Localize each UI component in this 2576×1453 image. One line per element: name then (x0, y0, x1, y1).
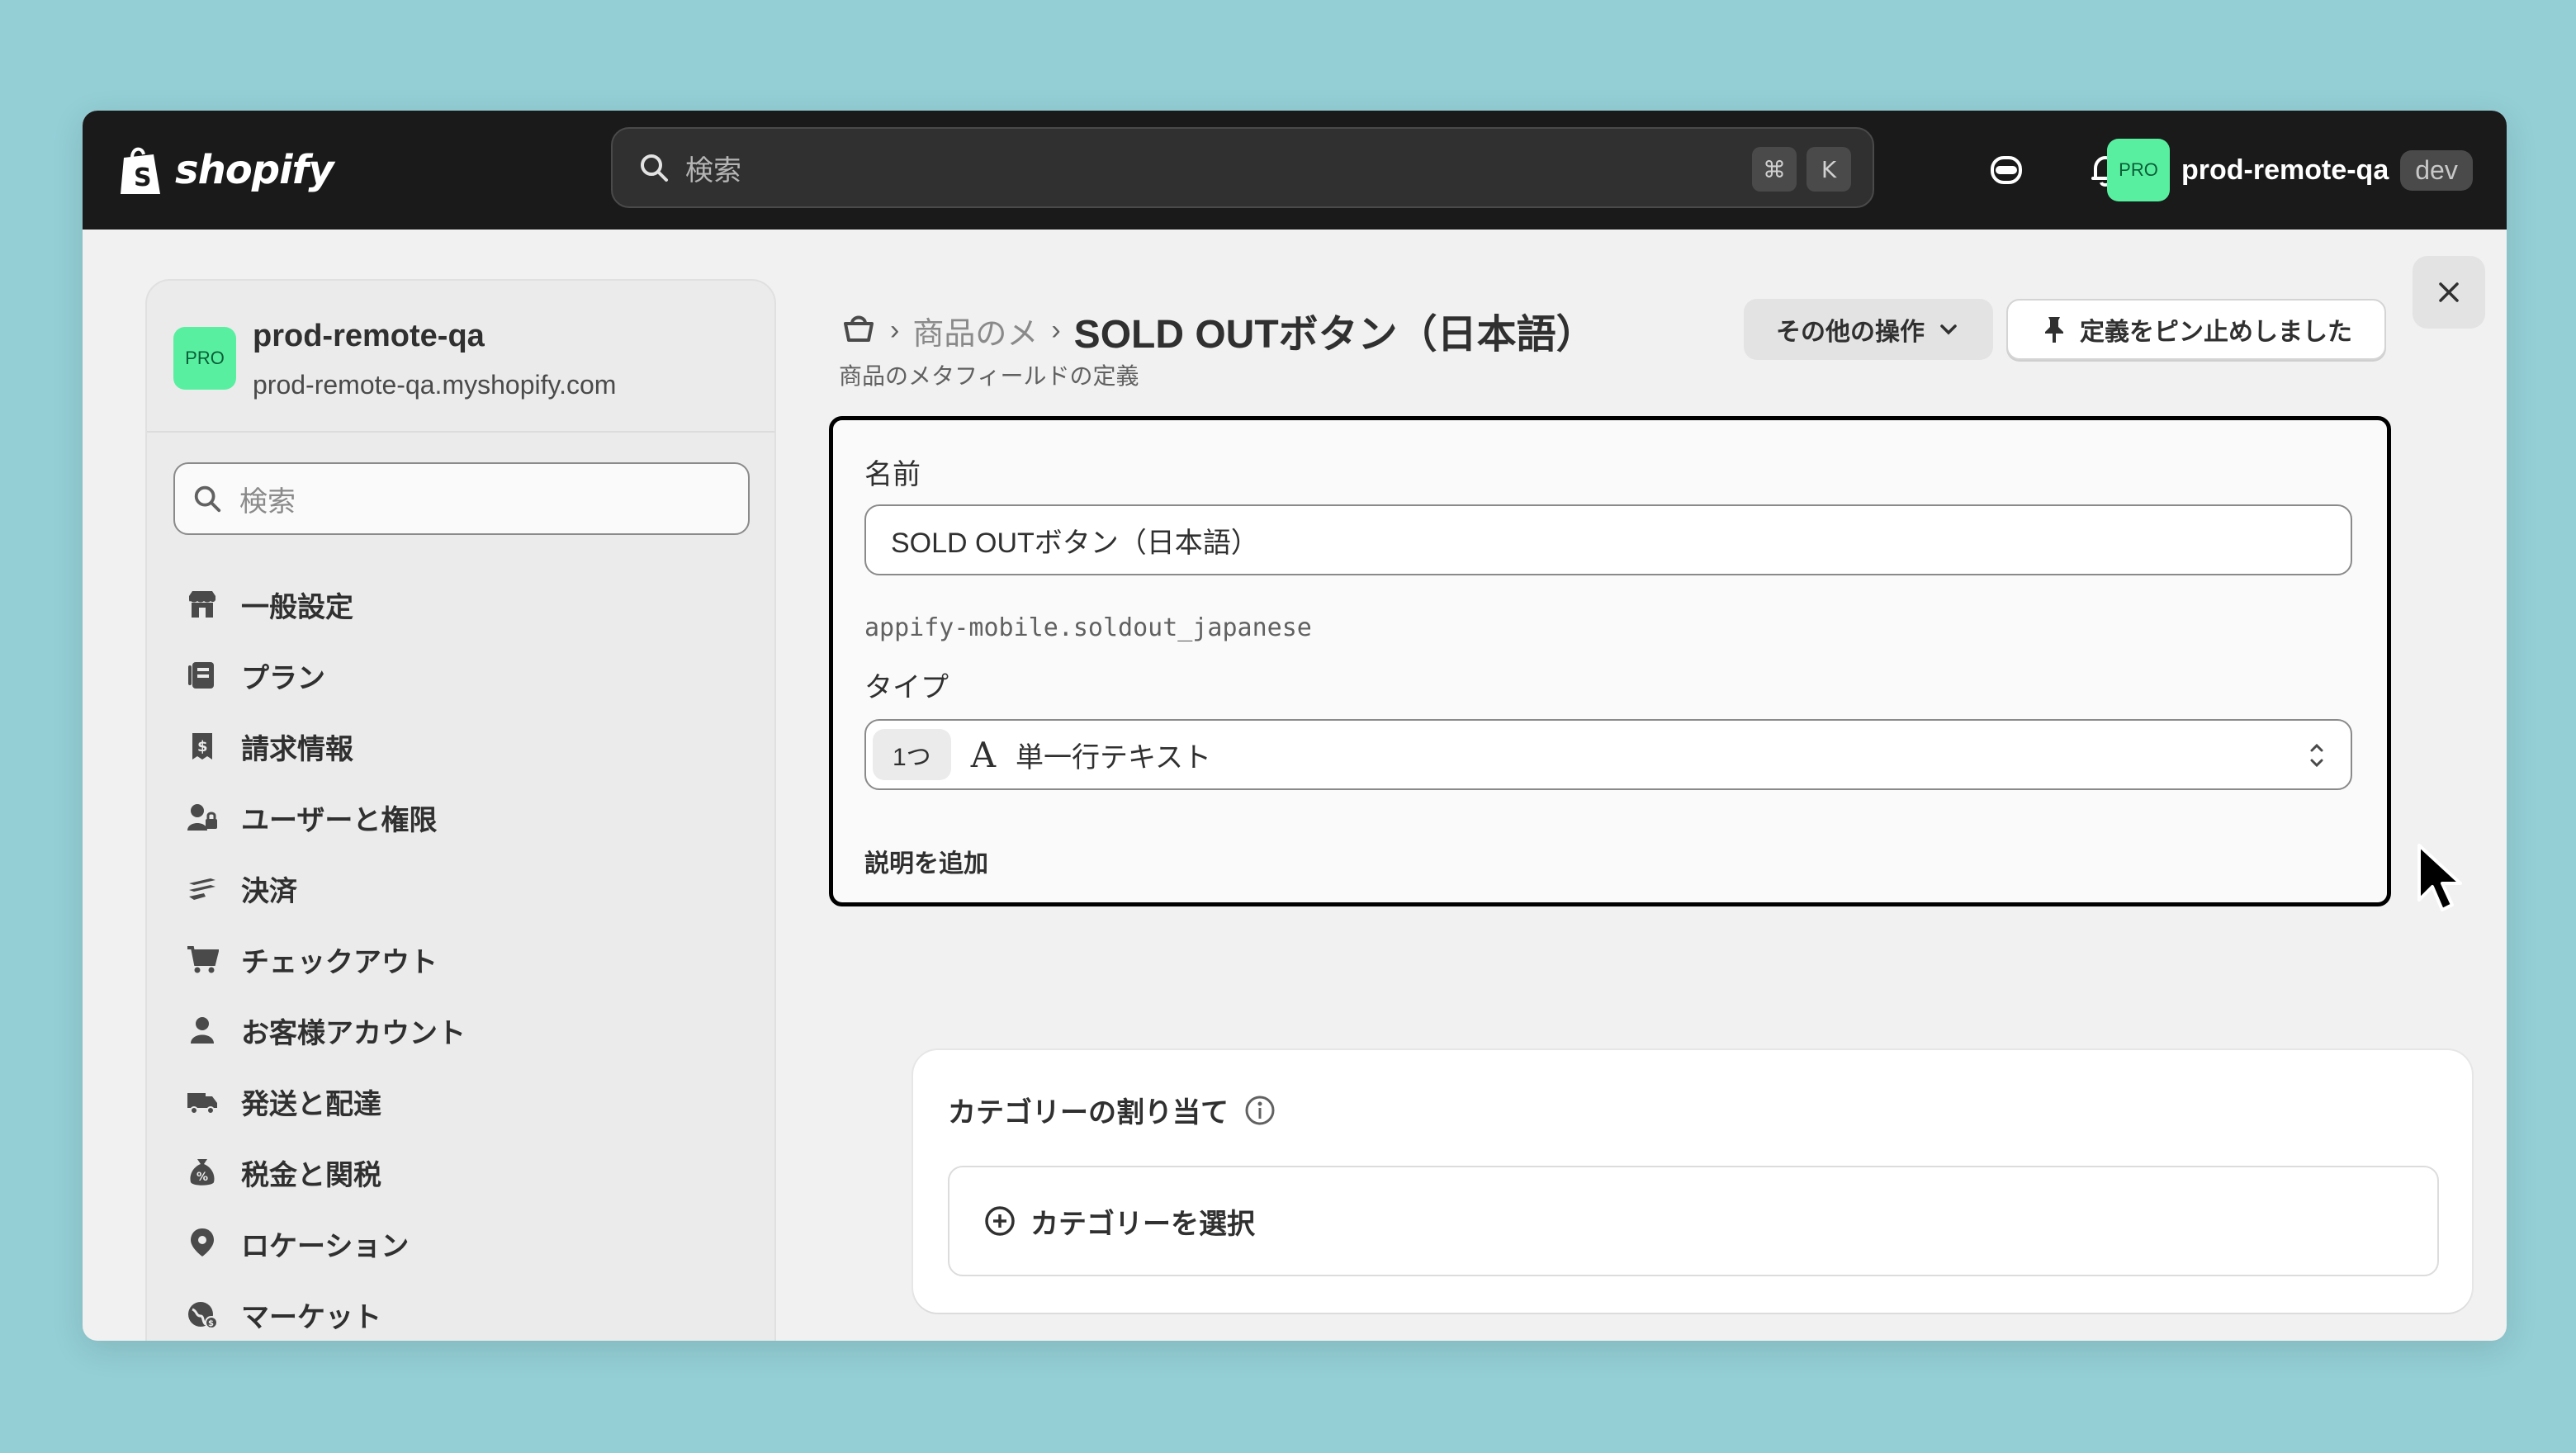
metafields-home-button[interactable] (841, 310, 877, 351)
name-label: 名前 (864, 459, 921, 490)
sidebar-item-label: ロケーション (241, 1230, 410, 1262)
pin-icon (2045, 317, 2063, 343)
search-icon (641, 154, 668, 182)
person-icon (183, 1011, 221, 1049)
sidebar-store-avatar: PRO (173, 327, 236, 390)
sidebar-item-label: 請求情報 (241, 733, 353, 765)
chevron-down-icon (1940, 324, 1957, 335)
settings-sidebar: PRO prod-remote-qa prod-remote-qa.myshop… (145, 279, 776, 1341)
store-name: prod-remote-qa (2181, 154, 2389, 186)
breadcrumb-parent-link[interactable]: 商品のメ (912, 308, 1038, 353)
sidebar-item-users[interactable]: ユーザーと権限 (183, 793, 437, 842)
type-value: 単一行テキスト (1016, 741, 1212, 774)
category-title: カテゴリーの割り当て (948, 1090, 1276, 1130)
settings-search-input[interactable]: 検索 (173, 462, 750, 535)
app-window: S shopify 検索 ⌘ K PRO prod-remote-qa dev … (83, 111, 2507, 1341)
svg-text:%: % (197, 1171, 208, 1184)
select-chevron-icon (2310, 743, 2323, 768)
globe-icon: $ (183, 1295, 221, 1333)
more-actions-button[interactable]: その他の操作 (1744, 299, 1993, 360)
sidebar-item-billing[interactable]: $ 請求情報 (183, 722, 353, 771)
users-icon (183, 798, 221, 836)
close-button[interactable] (2413, 256, 2485, 329)
search-icon (194, 485, 221, 513)
settings-search-placeholder: 検索 (239, 485, 296, 518)
pin-label: 定義をピン止めしました (2080, 319, 2352, 346)
sidebar-item-label: 一般設定 (241, 591, 353, 623)
name-input[interactable]: SOLD OUTボタン（日本語） (864, 504, 2352, 575)
shortcut-k-key: K (1807, 147, 1851, 192)
page-title: SOLD OUTボタン（日本語） (1073, 313, 1596, 357)
shopify-logo[interactable]: S shopify (117, 135, 334, 205)
select-category-label: カテゴリーを選択 (1030, 1208, 1255, 1240)
basket-icon (844, 315, 874, 342)
store-menu-button[interactable]: PRO prod-remote-qa dev (2107, 135, 2473, 205)
billing-icon: $ (183, 727, 221, 765)
sidebar-item-label: 決済 (241, 875, 297, 907)
select-category-button[interactable]: カテゴリーを選択 (948, 1166, 2439, 1276)
sidebar-item-checkout[interactable]: チェックアウト (183, 935, 438, 984)
breadcrumb-chevron-icon: › (890, 314, 900, 346)
sidebar-item-shipping[interactable]: 発送と配達 (183, 1077, 381, 1126)
info-icon[interactable] (1243, 1094, 1276, 1127)
sidebar-item-markets[interactable]: $ マーケット (183, 1290, 381, 1339)
mouse-cursor-icon (2417, 844, 2462, 911)
svg-text:S: S (134, 163, 152, 192)
env-badge: dev (2400, 149, 2473, 191)
sidebar-item-label: ユーザーと権限 (241, 804, 438, 836)
breadcrumb: › 商品のメ › SOLD OUTボタン（日本語） (841, 297, 1596, 363)
shopify-wordmark: shopify (175, 147, 334, 193)
namespace-key-text: appify-mobile.soldout_japanese (864, 613, 1312, 642)
sidebar-item-plan[interactable]: プラン (183, 651, 325, 700)
payments-icon (183, 869, 221, 907)
close-icon (2439, 282, 2459, 302)
type-label: タイプ (864, 672, 949, 703)
shortcut-cmd-key: ⌘ (1752, 147, 1797, 192)
svg-text:$: $ (197, 738, 208, 755)
plan-icon (183, 656, 221, 694)
definition-form-card: 名前 SOLD OUTボタン（日本語） appify-mobile.soldou… (829, 416, 2391, 906)
search-placeholder: 検索 (685, 154, 741, 187)
sidebar-item-label: お客様アカウント (241, 1017, 466, 1049)
cart-icon (183, 940, 221, 978)
truck-icon (183, 1082, 221, 1120)
sidebar-item-payments[interactable]: 決済 (183, 864, 297, 913)
sidebar-item-label: 税金と関税 (241, 1159, 381, 1191)
type-count-pill[interactable]: 1つ (873, 729, 951, 780)
sidebar-item-label: 発送と配達 (241, 1088, 381, 1120)
sidebar-store-domain: prod-remote-qa.myshopify.com (253, 370, 617, 400)
top-bar: S shopify 検索 ⌘ K PRO prod-remote-qa dev (83, 111, 2507, 230)
sidebar-item-label: プラン (241, 662, 325, 694)
tax-icon: % (183, 1153, 221, 1191)
svg-text:$: $ (208, 1319, 214, 1328)
sidekick-icon (1991, 156, 2022, 184)
page-subtitle: 商品のメタフィールドの定義 (839, 363, 1139, 389)
sidebar-item-general[interactable]: 一般設定 (183, 580, 353, 629)
sidebar-item-taxes[interactable]: % 税金と関税 (183, 1148, 381, 1197)
shopify-bag-icon: S (121, 147, 160, 194)
more-actions-label: その他の操作 (1776, 319, 1925, 346)
sidebar-item-customer-accounts[interactable]: お客様アカウント (183, 1006, 466, 1055)
sidebar-store-header: PRO prod-remote-qa prod-remote-qa.myshop… (147, 281, 774, 433)
location-icon (183, 1224, 221, 1262)
category-title-text: カテゴリーの割り当て (948, 1097, 1229, 1129)
pin-definition-button[interactable]: 定義をピン止めしました (2006, 299, 2386, 360)
sidebar-item-locations[interactable]: ロケーション (183, 1219, 409, 1268)
sidebar-store-name: prod-remote-qa (253, 319, 485, 353)
breadcrumb-chevron-icon: › (1051, 314, 1061, 346)
sidebar-item-label: マーケット (241, 1301, 381, 1333)
add-description-button[interactable]: 説明を追加 (864, 843, 988, 879)
type-select[interactable]: 1つ A 単一行テキスト (864, 719, 2352, 790)
text-type-icon: A (970, 734, 997, 775)
sidebar-item-label: チェックアウト (241, 946, 438, 978)
store-icon (183, 585, 221, 623)
store-avatar: PRO (2107, 139, 2170, 201)
category-assignment-card: カテゴリーの割り当て カテゴリーを選択 (913, 1050, 2472, 1313)
sidekick-button[interactable] (1980, 144, 2033, 196)
plus-circle-icon (985, 1206, 1015, 1236)
global-search-input[interactable]: 検索 ⌘ K (611, 127, 1874, 208)
